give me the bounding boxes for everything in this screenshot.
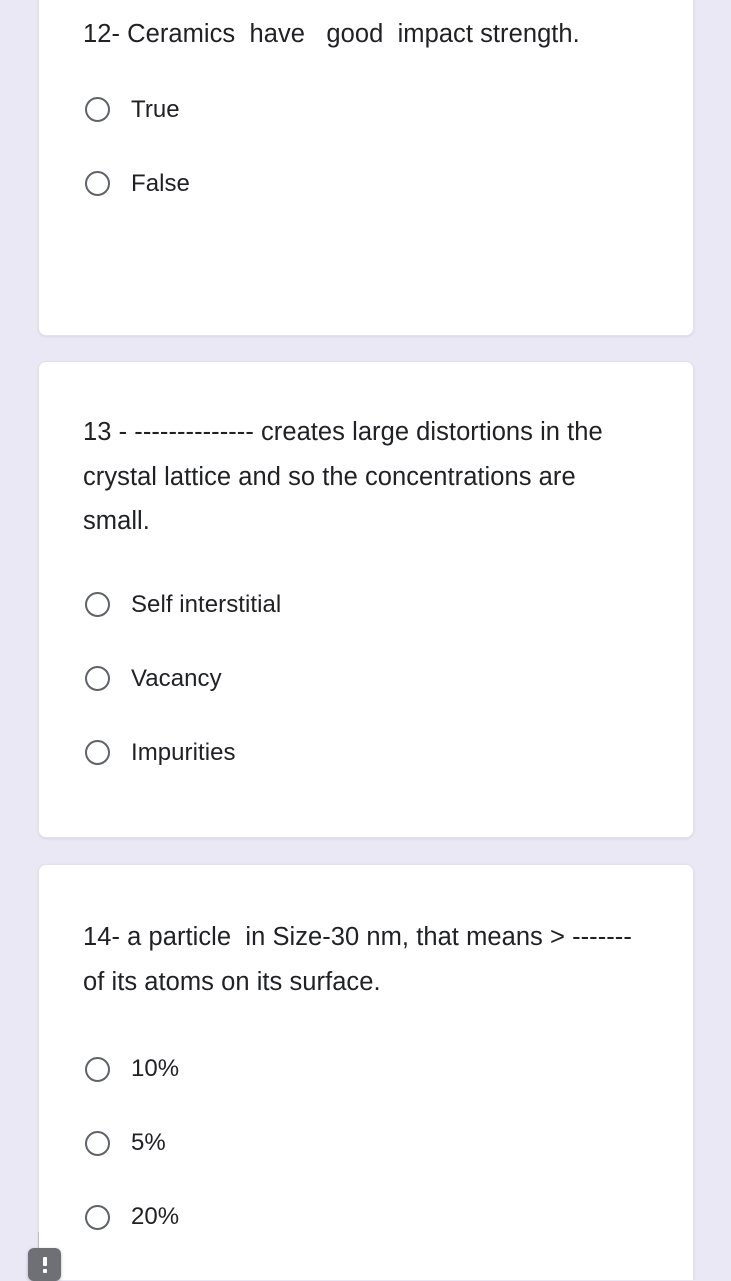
radio-icon-vacancy[interactable]	[85, 666, 110, 691]
option-row-impurities[interactable]: Impurities	[83, 730, 649, 776]
option-label-vacancy: Vacancy	[131, 664, 222, 692]
option-row-false[interactable]: False	[83, 161, 649, 207]
option-row-self-interstitial[interactable]: Self interstitial	[83, 582, 649, 628]
question-text-14: 14- a particle in Size-30 nm, that means…	[83, 923, 632, 996]
options-list-14: 10% 5% 20%	[83, 1046, 649, 1240]
quiz-form-scroll-area[interactable]: 12- Ceramics have good impact strength. …	[0, 0, 731, 1280]
exclamation-dot	[42, 1269, 47, 1273]
option-label-self-interstitial: Self interstitial	[131, 590, 282, 618]
question-card-14: 14- a particle in Size-30 nm, that means…	[38, 864, 694, 1280]
radio-icon-true[interactable]	[85, 97, 110, 122]
question-card-12: 12- Ceramics have good impact strength. …	[38, 0, 694, 336]
question-text-12: 12- Ceramics have good impact strength.	[83, 20, 580, 48]
option-row-vacancy[interactable]: Vacancy	[83, 656, 649, 702]
options-list-13: Self interstitial Vacancy Impurities	[83, 582, 649, 776]
question-card-13: 13 - -------------- creates large distor…	[38, 361, 694, 838]
options-list-12: True False	[83, 87, 649, 207]
radio-icon-false[interactable]	[85, 171, 110, 196]
question-text-13: 13 - -------------- creates large distor…	[83, 418, 610, 535]
option-row-true[interactable]: True	[83, 87, 649, 133]
option-label-10-percent: 10%	[131, 1055, 180, 1082]
option-row-20-percent[interactable]: 20%	[83, 1194, 649, 1240]
option-label-20-percent: 20%	[131, 1203, 180, 1230]
radio-icon-self-interstitial[interactable]	[85, 592, 110, 617]
option-row-10-percent[interactable]: 10%	[83, 1046, 649, 1092]
option-label-true: True	[131, 95, 180, 123]
radio-icon-impurities[interactable]	[85, 740, 110, 765]
option-label-5-percent: 5%	[131, 1129, 166, 1156]
radio-icon-5-percent[interactable]	[85, 1130, 110, 1156]
exclamation-stem	[42, 1257, 47, 1266]
exclamation-icon[interactable]	[28, 1248, 61, 1281]
radio-icon-10-percent[interactable]	[85, 1056, 110, 1082]
option-row-5-percent[interactable]: 5%	[83, 1120, 649, 1166]
radio-icon-20-percent[interactable]	[85, 1204, 110, 1230]
option-label-impurities: Impurities	[131, 738, 236, 766]
option-label-false: False	[131, 169, 190, 197]
